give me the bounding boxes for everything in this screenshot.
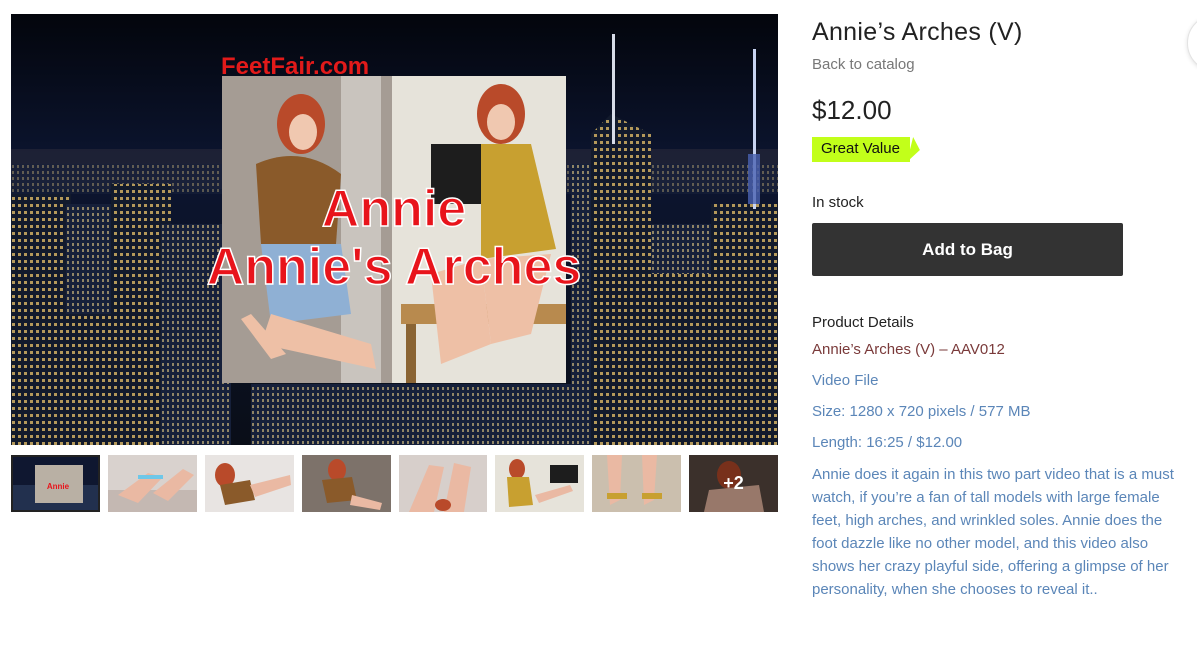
product-page: FeetFair.com Annie Annie's Arches Annie … — [0, 0, 1197, 651]
detail-file-type: Video File — [812, 372, 879, 389]
product-details-subtitle: Annie’s Arches (V) – AAV012 — [812, 341, 1005, 358]
great-value-ribbon: Great Value — [812, 137, 910, 162]
thumbnail-2[interactable] — [107, 455, 197, 512]
back-to-catalog-link[interactable]: Back to catalog — [812, 56, 1192, 73]
thumbnail-7[interactable] — [592, 455, 682, 512]
brand-text: FeetFair.com — [221, 53, 369, 80]
main-image-art: FeetFair.com Annie Annie's Arches — [11, 14, 778, 445]
thumbnail-5[interactable] — [398, 455, 488, 512]
thumbnail-3[interactable] — [204, 455, 294, 512]
product-price: $12.00 — [812, 95, 892, 125]
svg-text:Annie: Annie — [47, 482, 70, 491]
image-title-line1: Annie — [322, 180, 466, 238]
product-details-heading: Product Details — [812, 314, 914, 331]
stock-status: In stock — [812, 194, 864, 211]
product-description: Annie does it again in this two part vid… — [812, 466, 1174, 598]
thumbnail-4[interactable] — [301, 455, 391, 512]
main-product-image[interactable]: FeetFair.com Annie Annie's Arches — [11, 14, 778, 445]
thumbnail-6[interactable] — [495, 455, 585, 512]
image-title-line2: Annie's Arches — [207, 238, 582, 296]
thumbnail-strip: Annie +2 — [11, 455, 778, 512]
thumbnail-8[interactable]: +2 — [689, 455, 778, 512]
thumbnail-1[interactable]: Annie — [11, 455, 100, 512]
product-info: Annie’s Arches (V) Back to catalog $12.0… — [812, 14, 1192, 601]
detail-size: Size: 1280 x 720 pixels / 577 MB — [812, 403, 1031, 420]
detail-length: Length: 16:25 / $12.00 — [812, 434, 963, 451]
product-title: Annie’s Arches (V) — [812, 18, 1023, 46]
more-images-count[interactable]: +2 — [689, 455, 778, 512]
add-to-bag-button[interactable]: Add to Bag — [812, 223, 1123, 276]
